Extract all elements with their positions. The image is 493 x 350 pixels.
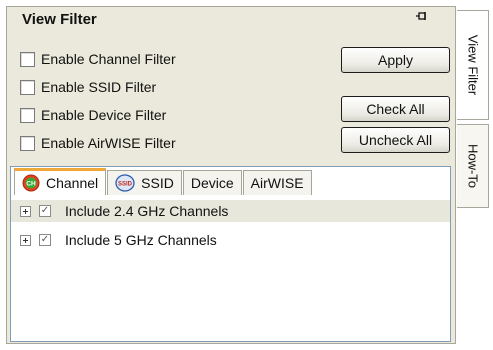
tab-ssid[interactable]: SSID SSID — [107, 170, 182, 195]
channel-icon-text: CH — [26, 181, 36, 188]
tab-airwise[interactable]: AirWISE — [242, 170, 312, 195]
tab-channel-label: Channel — [46, 175, 99, 191]
enable-device-filter-checkbox[interactable]: Enable Device Filter — [20, 105, 166, 125]
checkbox-box[interactable] — [20, 135, 35, 151]
expand-icon[interactable] — [20, 205, 31, 217]
panel-title: View Filter — [22, 11, 97, 28]
pin-icon[interactable] — [414, 10, 428, 24]
tree-item-label: Include 2.4 GHz Channels — [65, 203, 229, 219]
tree-item-5ghz[interactable]: ✓ Include 5 GHz Channels — [20, 229, 217, 251]
tree-checkbox[interactable]: ✓ — [39, 234, 51, 246]
tab-device[interactable]: Device — [182, 170, 242, 195]
enable-airwise-filter-checkbox[interactable]: Enable AirWISE Filter — [20, 133, 176, 153]
check-all-button[interactable]: Check All — [341, 96, 450, 122]
tree-item-label: Include 5 GHz Channels — [65, 232, 217, 248]
expand-icon[interactable] — [20, 234, 31, 246]
tab-channel[interactable]: CH Channel — [14, 168, 107, 195]
side-tab-view-filter-label: View Filter — [465, 34, 480, 96]
tab-device-label: Device — [190, 175, 234, 191]
filter-tabstrip: CH Channel SSID SSID Device AirWISE — [14, 168, 313, 196]
ssid-icon: SSID — [115, 174, 135, 192]
enable-ssid-filter-label: Enable SSID Filter — [41, 79, 157, 95]
side-tab-view-filter[interactable]: View Filter — [457, 10, 489, 120]
enable-ssid-filter-checkbox[interactable]: Enable SSID Filter — [20, 77, 156, 97]
side-tab-how-to-label: How-To — [465, 143, 480, 189]
channel-icon: CH — [22, 174, 40, 192]
enable-channel-filter-label: Enable Channel Filter — [41, 51, 176, 67]
checkbox-box[interactable] — [20, 107, 35, 123]
enable-device-filter-label: Enable Device Filter — [41, 107, 167, 123]
checkbox-box[interactable] — [20, 79, 35, 95]
apply-button[interactable]: Apply — [341, 47, 450, 73]
checkbox-box[interactable] — [20, 51, 35, 67]
tree-checkbox[interactable]: ✓ — [39, 205, 51, 217]
ssid-icon-text: SSID — [118, 182, 133, 188]
enable-channel-filter-checkbox[interactable]: Enable Channel Filter — [20, 49, 176, 69]
uncheck-all-button[interactable]: Uncheck All — [341, 127, 450, 153]
tree-item-2-4ghz[interactable]: ✓ Include 2.4 GHz Channels — [11, 200, 450, 222]
side-tab-how-to[interactable]: How-To — [457, 124, 489, 208]
tab-ssid-label: SSID — [141, 175, 174, 191]
tab-airwise-label: AirWISE — [250, 175, 304, 191]
enable-airwise-filter-label: Enable AirWISE Filter — [41, 135, 176, 151]
